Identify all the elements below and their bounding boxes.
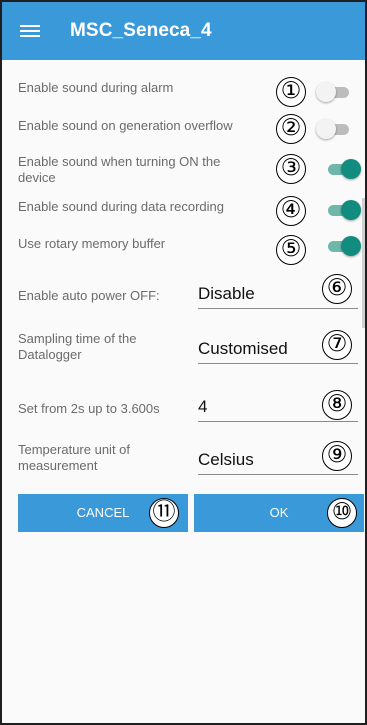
callout-marker-9: ⑨ [322, 441, 352, 471]
callout-marker-1: ① [276, 77, 306, 107]
callout-marker-3: ③ [276, 154, 306, 184]
setting-label: Enable sound during alarm [18, 80, 174, 95]
field-label: Set from 2s up to 3.600s [18, 401, 160, 416]
callout-marker-11: ⑪ [149, 498, 179, 528]
field-label: Temperature unit of measurement [18, 442, 131, 473]
field-label: Enable auto power OFF: [18, 288, 160, 303]
callout-marker-6: ⑥ [322, 274, 352, 304]
toggle-recording-sound[interactable] [325, 199, 361, 221]
phone-frame: MSC_Seneca_4 Enable sound during alarm ①… [0, 0, 367, 725]
callout-marker-2: ② [276, 114, 306, 144]
toggle-alarm-sound[interactable] [316, 81, 352, 103]
toggle-rotary-buffer[interactable] [325, 235, 361, 257]
setting-label: Enable sound during data recording [18, 199, 224, 214]
setting-label: Enable sound on generation overflow [18, 118, 233, 133]
hamburger-menu-icon[interactable] [20, 23, 42, 39]
ok-button-label: OK [269, 505, 289, 520]
setting-label: Enable sound when turning ON the device [18, 154, 221, 185]
toggle-overflow-sound[interactable] [316, 118, 352, 140]
cancel-button-label: CANCEL [76, 505, 130, 520]
callout-marker-4: ④ [276, 196, 306, 226]
field-label: Sampling time of the Datalogger [18, 331, 137, 362]
callout-marker-5: ⑤ [276, 235, 306, 265]
scrollbar[interactable] [362, 198, 365, 328]
toggle-power-on-sound[interactable] [325, 158, 361, 180]
callout-marker-10: ⑩ [327, 498, 357, 528]
app-bar: MSC_Seneca_4 [2, 2, 365, 60]
callout-marker-7: ⑦ [322, 330, 352, 360]
setting-label: Use rotary memory buffer [18, 236, 166, 251]
app-title: MSC_Seneca_4 [70, 20, 212, 41]
callout-marker-8: ⑧ [322, 390, 352, 420]
